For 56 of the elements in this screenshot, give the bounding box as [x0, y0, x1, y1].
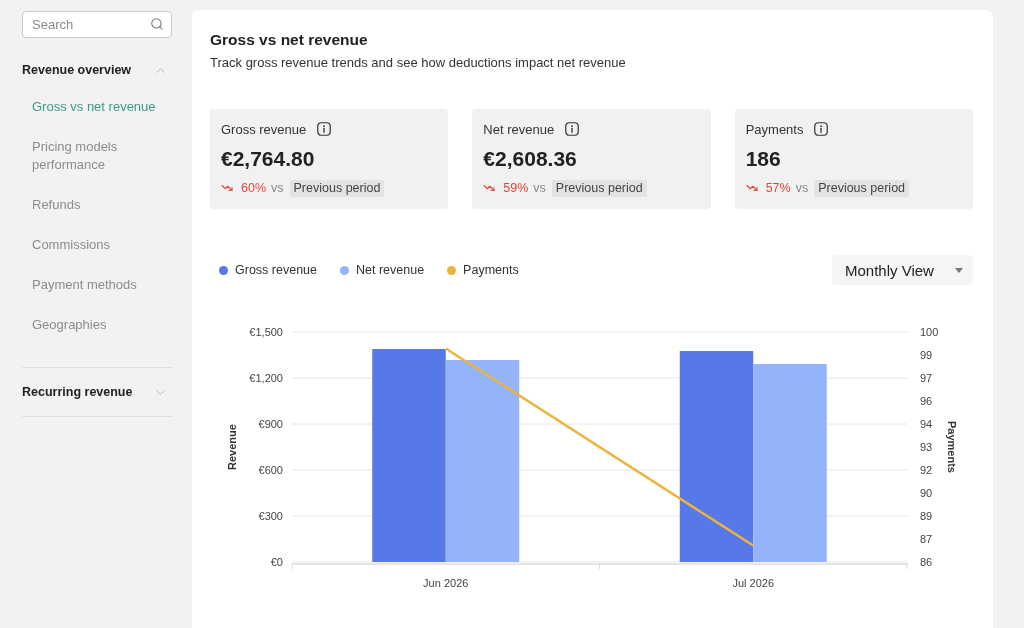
sidebar-item[interactable]: Commissions: [32, 225, 110, 265]
section-header[interactable]: Revenue overview: [22, 60, 172, 80]
axis-tick-label: €0: [270, 556, 283, 568]
comparison-text: vs: [795, 181, 809, 195]
stat-value: €2,764.80: [221, 146, 316, 172]
stat-label: Net revenue: [483, 121, 555, 137]
page-title: Gross vs net revenue: [210, 30, 369, 50]
legend-label: Gross revenue: [235, 263, 317, 277]
category-label: Jul 2026: [732, 577, 775, 589]
comparison-period-tag: Previous period: [814, 179, 910, 197]
caret-icon: [955, 267, 963, 273]
legend-label: Net revenue: [356, 263, 425, 277]
axis-tick-label: 97: [920, 372, 933, 384]
axis-tick-label: 94: [920, 418, 933, 430]
sidebar-item[interactable]: Payment methods: [32, 265, 137, 305]
comparison-period-tag: Previous period: [551, 179, 647, 197]
info-icon[interactable]: [814, 122, 829, 136]
axis-tick-label: 87: [920, 533, 933, 545]
view-dropdown[interactable]: Monthly View: [832, 255, 973, 285]
section-header[interactable]: Recurring revenue: [22, 382, 172, 402]
category-label: Jun 2026: [423, 577, 469, 589]
info-icon[interactable]: [565, 122, 580, 136]
axis-tick-label: 86: [920, 556, 933, 568]
axis-tick-label: €1,500: [249, 326, 283, 338]
axis-tick-label: €300: [258, 510, 283, 522]
axis-tick-label: 99: [920, 349, 933, 361]
axis-title: Payments: [946, 421, 958, 473]
sidebar-item[interactable]: Gross vs net revenue: [32, 87, 156, 127]
stat-label: Payments: [745, 121, 804, 137]
axis-tick-label: 96: [920, 395, 933, 407]
axis-tick-label: 100: [920, 326, 939, 338]
axis-tick-label: €1,200: [249, 372, 283, 384]
axis-tick-label: 92: [920, 464, 933, 476]
comparison-text: vs: [533, 181, 546, 195]
axis-title: Revenue: [226, 424, 238, 470]
axis-tick-label: 93: [920, 441, 933, 453]
sidebar-item[interactable]: Pricing models performance: [32, 127, 172, 185]
search-icon[interactable]: [150, 17, 164, 31]
sidebar-item[interactable]: Geographies: [32, 305, 107, 345]
sidebar-item[interactable]: Refunds: [32, 185, 81, 225]
info-icon[interactable]: [317, 122, 332, 136]
legend-label: Payments: [463, 263, 519, 277]
comparison-text: vs: [271, 181, 284, 195]
search-field[interactable]: Search: [22, 11, 172, 38]
stat-value: 186: [745, 146, 782, 172]
stat-value: €2,608.36: [483, 146, 578, 172]
stat-change: 57%: [765, 181, 791, 195]
axis-tick-label: €600: [258, 464, 283, 476]
axis-tick-label: 89: [920, 510, 933, 522]
page-subtitle: Track gross revenue trends and see how deductions impact net revenue: [210, 54, 627, 72]
stat-label: Gross revenue: [221, 121, 307, 137]
axis-tick-label: 90: [920, 487, 933, 499]
axis-tick-label: €900: [258, 418, 283, 430]
stat-change: 60%: [241, 181, 267, 195]
comparison-period-tag: Previous period: [289, 179, 385, 197]
stat-change: 59%: [503, 181, 529, 195]
